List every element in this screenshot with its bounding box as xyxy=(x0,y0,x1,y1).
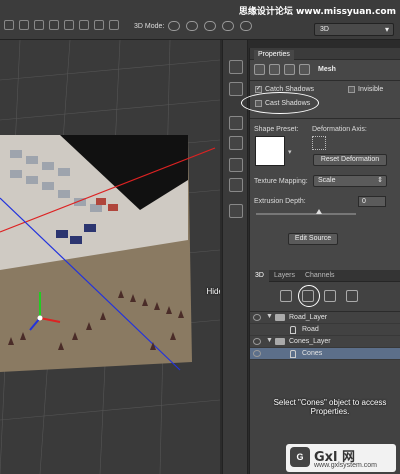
tree-row-road[interactable]: Road xyxy=(250,324,400,336)
3d-mode-tools xyxy=(168,21,252,31)
cap-icon[interactable] xyxy=(284,64,295,75)
preset-dropdown-icon[interactable]: ▾ xyxy=(288,148,292,156)
select-cones-annotation: Select "Cones" object to access Properti… xyxy=(273,398,387,416)
history-icon[interactable] xyxy=(229,60,243,74)
tab-3d[interactable]: 3D xyxy=(250,270,269,282)
align-right-icon[interactable] xyxy=(34,20,44,30)
extrusion-depth-label: Extrusion Depth: xyxy=(254,198,306,205)
folder-icon xyxy=(275,314,285,321)
site-watermark: 思缘设计论坛 www.missyuan.com xyxy=(238,7,396,17)
paragraph-icon[interactable] xyxy=(229,178,243,192)
highlight-ellipse xyxy=(241,92,319,114)
properties-panel: Properties Mesh ✓ Catch Shadows Invisibl… xyxy=(241,48,400,270)
visibility-eye-icon[interactable] xyxy=(253,350,261,357)
shape-preset-swatch[interactable] xyxy=(255,136,285,166)
align-left-icon[interactable] xyxy=(4,20,14,30)
clone-source-icon[interactable] xyxy=(229,136,243,150)
workspace-dropdown[interactable]: 3D xyxy=(314,23,394,36)
coordinates-icon[interactable] xyxy=(299,64,310,75)
gxl-logo-icon: G xyxy=(290,447,310,467)
deform-icon[interactable] xyxy=(269,64,280,75)
mesh-icon[interactable] xyxy=(254,64,265,75)
properties-tab-bar: Properties xyxy=(250,48,400,60)
edit-source-button[interactable]: Edit Source xyxy=(288,233,338,245)
gxl-url: www.gxlsystem.com xyxy=(314,462,378,469)
hide-road-annotation: Hide "Road" object xyxy=(206,287,220,296)
scene-filter-icon[interactable] xyxy=(280,290,292,302)
3d-mode-label: 3D Mode: xyxy=(134,23,165,30)
mesh-icon xyxy=(290,326,296,334)
align-center-icon[interactable] xyxy=(19,20,29,30)
gxl-watermark: G Gxl 网 www.gxlsystem.com xyxy=(286,444,396,472)
texture-mapping-select[interactable]: Scale xyxy=(313,175,387,187)
properties-tab[interactable]: Properties xyxy=(254,50,294,60)
mesh-icon xyxy=(290,350,296,358)
document-canvas[interactable]: Hide "Road" object xyxy=(0,40,220,474)
invisible-checkbox[interactable]: Invisible xyxy=(348,86,383,93)
folder-icon xyxy=(275,338,285,345)
rotate-3d-icon[interactable] xyxy=(168,21,180,31)
distribute-horizontal-icon[interactable] xyxy=(79,20,89,30)
visibility-eye-icon[interactable] xyxy=(253,338,261,345)
tree-row-cones-layer[interactable]: ▼ Cones_Layer xyxy=(250,336,400,348)
options-bar: 3D Mode: 3D 思缘设计论坛 www.missyuan.com xyxy=(0,0,400,40)
3d-scene xyxy=(0,40,220,474)
divider xyxy=(250,118,400,119)
distribute-icon[interactable] xyxy=(49,20,59,30)
deformation-axis-label: Deformation Axis: xyxy=(312,126,367,133)
slider-knob[interactable] xyxy=(316,209,322,214)
properties-header: Mesh xyxy=(254,64,336,75)
checkmark-icon: ✓ xyxy=(255,86,262,93)
tree-row-road-layer[interactable]: ▼ Road_Layer xyxy=(250,312,400,324)
drag-3d-icon[interactable] xyxy=(204,21,216,31)
styles-icon[interactable] xyxy=(229,204,243,218)
highlight-circle xyxy=(298,285,320,307)
deformation-axis-icon[interactable] xyxy=(312,136,326,150)
scale-3d-icon[interactable] xyxy=(240,21,252,31)
actions-icon[interactable] xyxy=(229,82,243,96)
expand-triangle-icon[interactable]: ▼ xyxy=(266,337,273,344)
panel-tabs: 3D Layers Channels xyxy=(250,270,400,282)
align-bottom-icon[interactable] xyxy=(109,20,119,30)
extrusion-depth-input[interactable]: 0 xyxy=(358,196,386,207)
slide-3d-icon[interactable] xyxy=(222,21,234,31)
brush-icon[interactable] xyxy=(229,116,243,130)
tab-channels[interactable]: Channels xyxy=(300,270,340,282)
lights-filter-icon[interactable] xyxy=(346,290,358,302)
tree-row-cones[interactable]: Cones xyxy=(250,348,400,360)
align-tools xyxy=(4,20,119,30)
extrusion-depth-slider[interactable] xyxy=(256,213,356,215)
properties-title: Mesh xyxy=(318,66,336,73)
expand-triangle-icon[interactable]: ▼ xyxy=(266,313,273,320)
character-icon[interactable] xyxy=(229,158,243,172)
texture-mapping-label: Texture Mapping: xyxy=(254,178,308,185)
divider xyxy=(250,80,400,81)
materials-filter-icon[interactable] xyxy=(324,290,336,302)
roll-3d-icon[interactable] xyxy=(186,21,198,31)
align-top-icon[interactable] xyxy=(94,20,104,30)
reset-deformation-button[interactable]: Reset Deformation xyxy=(313,154,387,166)
tab-layers[interactable]: Layers xyxy=(269,270,300,282)
visibility-eye-icon[interactable] xyxy=(253,314,261,321)
shape-preset-label: Shape Preset: xyxy=(254,126,299,133)
distribute-vertical-icon[interactable] xyxy=(64,20,74,30)
3d-filter-bar xyxy=(250,282,400,312)
